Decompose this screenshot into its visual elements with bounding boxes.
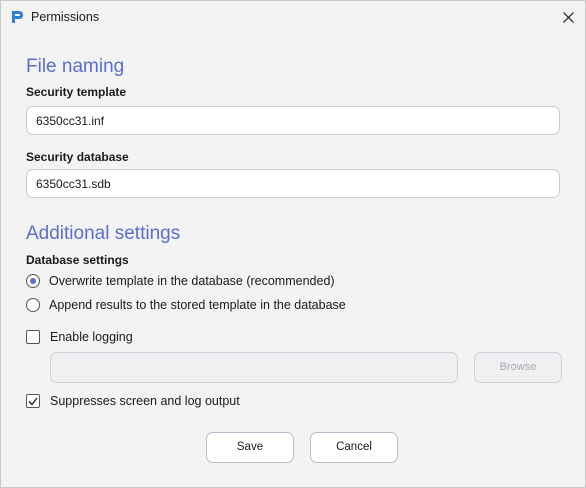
radio-append-label: Append results to the stored template in… — [49, 298, 346, 312]
radio-overwrite-indicator[interactable] — [26, 274, 40, 288]
enable-logging-checkbox[interactable]: Enable logging — [26, 330, 133, 344]
security-database-label: Security database — [26, 150, 129, 164]
cancel-button[interactable]: Cancel — [310, 432, 398, 463]
suppress-output-checkbox[interactable]: Suppresses screen and log output — [26, 394, 240, 408]
close-icon — [562, 11, 574, 23]
additional-settings-heading: Additional settings — [26, 223, 181, 244]
database-settings-label: Database settings — [26, 253, 129, 267]
security-template-label: Security template — [26, 85, 127, 99]
close-button[interactable] — [553, 3, 583, 31]
app-logo-icon — [12, 11, 23, 23]
security-template-input[interactable] — [26, 106, 560, 135]
suppress-output-box[interactable] — [26, 394, 40, 408]
window-title: Permissions — [31, 10, 100, 24]
security-database-input[interactable] — [26, 169, 560, 198]
file-naming-heading: File naming — [26, 56, 125, 77]
radio-append[interactable]: Append results to the stored template in… — [26, 298, 346, 312]
browse-button: Browse — [474, 352, 562, 383]
save-button[interactable]: Save — [206, 432, 294, 463]
radio-append-indicator[interactable] — [26, 298, 40, 312]
radio-overwrite[interactable]: Overwrite template in the database (reco… — [26, 274, 335, 288]
radio-overwrite-label: Overwrite template in the database (reco… — [49, 274, 335, 288]
title-bar: Permissions — [1, 1, 585, 33]
permissions-dialog: Permissions File naming Security templat… — [0, 0, 586, 488]
enable-logging-label: Enable logging — [50, 330, 133, 344]
suppress-output-label: Suppresses screen and log output — [50, 394, 240, 408]
log-path-input — [50, 352, 458, 383]
enable-logging-box[interactable] — [26, 330, 40, 344]
checkmark-icon — [28, 397, 38, 405]
